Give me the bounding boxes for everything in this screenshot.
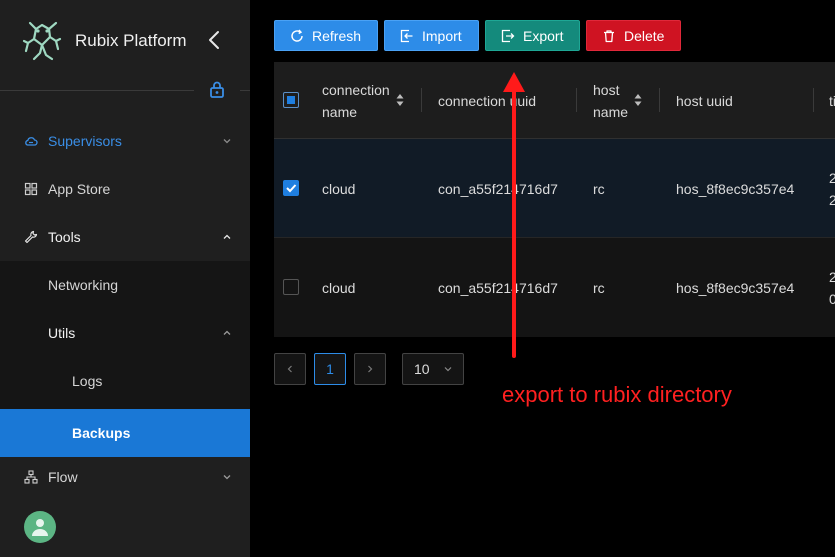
chevron-right-icon <box>368 365 373 373</box>
sidebar: Rubix Platform Supervisors App Store Too… <box>0 0 250 557</box>
sidebar-item-networking[interactable]: Networking <box>0 261 250 309</box>
refresh-icon <box>291 29 303 42</box>
refresh-button-label: Refresh <box>312 27 362 44</box>
wrench-icon <box>24 230 38 244</box>
refresh-button[interactable]: Refresh <box>274 20 378 51</box>
sidebar-item-backups[interactable]: Backups <box>0 409 250 457</box>
delete-button[interactable]: Delete <box>586 20 681 51</box>
row-checkbox[interactable] <box>283 180 299 196</box>
column-divider <box>576 88 577 112</box>
sidebar-item-utils[interactable]: Utils <box>0 309 250 357</box>
page-size-value: 10 <box>414 361 430 377</box>
column-header-connection-name[interactable]: connection name <box>322 62 402 139</box>
cell-host-uuid: hos_8f8ec9c357e4 <box>676 180 795 197</box>
cell-connection-uuid: con_a55f214716d7 <box>438 279 558 296</box>
user-icon <box>32 519 48 536</box>
sidebar-item-app-store[interactable]: App Store <box>0 165 250 213</box>
chevron-down-icon <box>223 139 231 144</box>
cell-connection-name: cloud <box>322 180 356 197</box>
column-divider <box>659 88 660 112</box>
divider <box>0 90 194 91</box>
chevron-up-icon <box>223 234 231 239</box>
sidebar-item-label: Flow <box>48 469 78 485</box>
sidebar-item-label: App Store <box>48 181 111 197</box>
divider <box>240 90 250 91</box>
sort-icon[interactable] <box>396 93 404 107</box>
backups-table: connection name connection uuid host nam… <box>274 62 835 337</box>
chevron-up-icon <box>223 330 231 335</box>
cell-connection-name: cloud <box>322 279 356 296</box>
import-button[interactable]: Import <box>384 20 479 51</box>
cell-host-name: rc <box>593 279 605 296</box>
export-icon <box>501 29 515 42</box>
trash-icon <box>604 29 614 42</box>
sidebar-item-label: Backups <box>72 425 131 441</box>
brand: Rubix Platform <box>0 0 250 82</box>
column-divider <box>813 88 814 112</box>
frog-logo-icon <box>22 21 62 61</box>
sidebar-item-tools[interactable]: Tools <box>0 213 250 261</box>
user-avatar[interactable] <box>24 511 56 543</box>
sidebar-item-label: Supervisors <box>48 133 122 149</box>
sort-icon[interactable] <box>634 93 642 107</box>
prev-page-button[interactable] <box>274 353 306 385</box>
import-button-label: Import <box>422 27 462 44</box>
sidebar-item-supervisors[interactable]: Supervisors <box>0 117 250 165</box>
chevron-left-icon <box>287 365 292 373</box>
grid-icon <box>24 182 38 196</box>
sidebar-item-label: Tools <box>48 229 81 245</box>
sidebar-item-label: Utils <box>48 325 76 341</box>
row-checkbox[interactable] <box>283 279 299 295</box>
annotation-text: export to rubix directory <box>502 382 732 407</box>
table-row[interactable]: cloud con_a55f214716d7 rc hos_8f8ec9c357… <box>274 139 835 238</box>
delete-button-label: Delete <box>624 27 665 44</box>
page-button[interactable]: 1 <box>314 353 346 385</box>
chevron-down-icon <box>444 367 452 372</box>
table-row[interactable]: cloud con_a55f214716d7 rc hos_8f8ec9c357… <box>274 238 835 337</box>
page-size-select[interactable]: 10 <box>402 353 464 385</box>
sidebar-item-logs[interactable]: Logs <box>0 357 250 405</box>
column-divider <box>421 88 422 112</box>
export-button[interactable]: Export <box>485 20 580 51</box>
export-button-label: Export <box>523 27 564 44</box>
brand-title: Rubix Platform <box>75 31 187 50</box>
sidebar-item-flow[interactable]: Flow <box>0 453 250 501</box>
flow-icon <box>24 470 38 484</box>
lock-icon[interactable] <box>208 80 226 98</box>
next-page-button[interactable] <box>354 353 386 385</box>
cell-host-name: rc <box>593 180 605 197</box>
cloud-icon <box>25 137 38 146</box>
sidebar-item-label: Logs <box>72 373 103 389</box>
column-header-connection-uuid[interactable]: connection uuid <box>438 62 536 139</box>
checkmark-icon <box>286 184 297 193</box>
cell-time: 0 <box>829 290 835 307</box>
cell-connection-uuid: con_a55f214716d7 <box>438 180 558 197</box>
collapse-sidebar-icon[interactable] <box>205 29 225 51</box>
chevron-down-icon <box>223 475 231 480</box>
column-header-host-uuid[interactable]: host uuid <box>676 62 733 139</box>
cell-host-uuid: hos_8f8ec9c357e4 <box>676 279 795 296</box>
table-header: connection name connection uuid host nam… <box>274 62 835 139</box>
sidebar-item-label: Networking <box>48 277 119 293</box>
select-all-checkbox[interactable] <box>283 92 299 108</box>
app-root: Rubix Platform Supervisors App Store Too… <box>0 0 835 557</box>
import-icon <box>400 29 413 42</box>
